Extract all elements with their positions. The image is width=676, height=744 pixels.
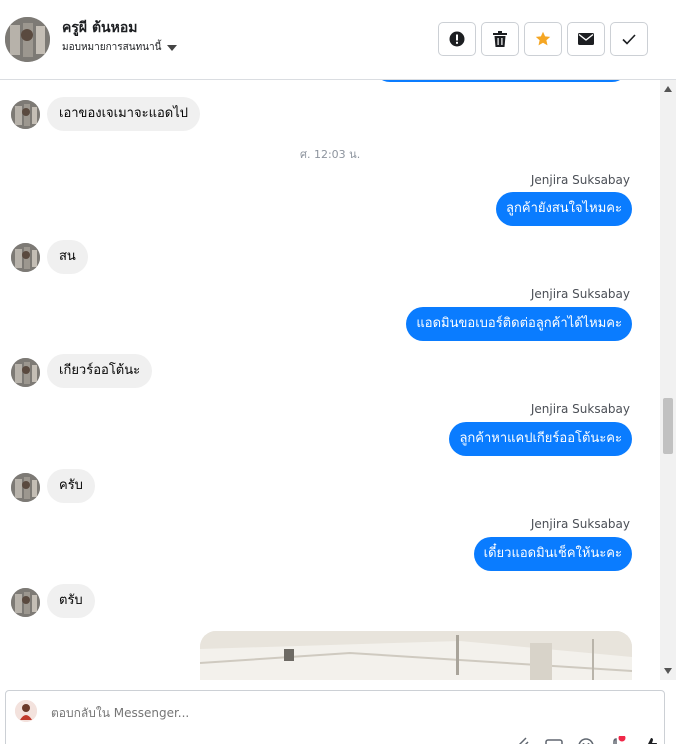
reply-input[interactable] <box>51 706 351 720</box>
gif-icon <box>545 739 563 744</box>
sticker-button[interactable] <box>608 734 628 744</box>
mark-done-button[interactable] <box>610 22 648 56</box>
message-list: เอาของเจเมาจะแอดไป ศ. 12:03 น. Jenjira S… <box>0 80 660 680</box>
message-outgoing: แอดมินขอเบอร์ติดต่อลูกค้าได้ไหมคะ <box>406 307 632 341</box>
emoji-icon <box>578 738 594 744</box>
timestamp: ศ. 12:03 น. <box>300 148 361 161</box>
sender-name: Jenjira Suksabay <box>530 287 630 301</box>
scroll-down-arrow-icon[interactable] <box>664 668 672 674</box>
caret-down-icon <box>167 44 178 51</box>
trash-icon <box>493 31 507 47</box>
composer-actions <box>512 734 660 744</box>
star-icon <box>535 31 551 46</box>
alert-icon <box>449 31 465 47</box>
message-outgoing: เดี๋ยวแอดมินเช็คให้นะคะ <box>473 537 632 571</box>
reply-composer <box>5 690 665 744</box>
contact-avatar-small <box>11 243 40 272</box>
attach-icon <box>518 737 529 744</box>
contact-avatar-small <box>11 473 40 502</box>
attach-button[interactable] <box>512 735 532 744</box>
chat-scrollbar[interactable] <box>660 80 676 680</box>
scrollbar-thumb[interactable] <box>663 398 673 454</box>
sticker-icon <box>613 734 626 744</box>
check-icon <box>622 33 636 45</box>
page-avatar <box>15 700 37 722</box>
delete-button[interactable] <box>481 22 519 56</box>
message-incoming: เกียวร์ออโต้นะ <box>47 354 153 388</box>
assign-conversation-dropdown[interactable]: มอบหมายการสนทนานี้ <box>62 40 178 55</box>
sender-name: Jenjira Suksabay <box>530 517 630 531</box>
contact-avatar-small <box>11 358 40 387</box>
message-incoming: ครับ <box>47 469 95 503</box>
message-incoming: สน <box>47 240 88 274</box>
contact-name: ครูผี ต้นหอม <box>62 20 138 36</box>
contact-avatar[interactable] <box>5 17 50 62</box>
gif-button[interactable] <box>544 735 564 744</box>
star-button[interactable] <box>524 22 562 56</box>
message-outgoing: ลูกค้ายังสนใจไหมคะ <box>496 192 632 226</box>
sender-name: Jenjira Suksabay <box>530 173 630 187</box>
contact-avatar-small <box>11 100 40 129</box>
emoji-button[interactable] <box>576 735 596 744</box>
like-button[interactable] <box>640 735 660 744</box>
conversation-toolbar <box>438 22 648 56</box>
message-outgoing: ลูกค้าหาแคปเกียร์ออโต้นะคะ <box>449 422 632 456</box>
photo-attachment[interactable] <box>200 631 632 680</box>
mark-spam-button[interactable] <box>438 22 476 56</box>
message-incoming: ตรับ <box>47 584 95 618</box>
message-incoming: เอาของเจเมาจะแอดไป <box>47 97 200 131</box>
like-icon <box>643 738 657 744</box>
contact-avatar-small <box>11 588 40 617</box>
mark-unread-button[interactable] <box>567 22 605 56</box>
sender-name: Jenjira Suksabay <box>530 402 630 416</box>
mail-icon <box>578 33 594 45</box>
conversation-header: ครูผี ต้นหอม มอบหมายการสนทนานี้ <box>0 0 676 80</box>
scroll-up-arrow-icon[interactable] <box>664 86 672 92</box>
message-outgoing-partial <box>373 80 629 82</box>
assign-label: มอบหมายการสนทนานี้ <box>62 42 162 53</box>
